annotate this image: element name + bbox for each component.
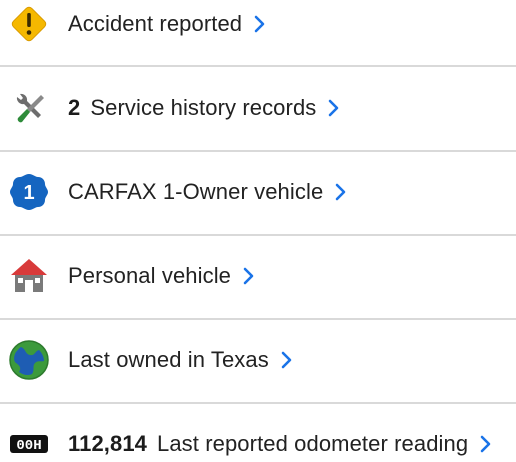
divider xyxy=(0,65,516,67)
service-history-row[interactable]: 2 Service history records xyxy=(0,86,516,130)
one-owner-row[interactable]: 1 CARFAX 1-Owner vehicle xyxy=(0,170,516,214)
one-owner-badge-text: 1 xyxy=(23,182,34,204)
accident-reported-row[interactable]: Accident reported xyxy=(0,2,516,46)
divider xyxy=(0,402,516,404)
odometer-icon: 00H xyxy=(8,423,50,462)
vehicle-history-list: Accident reported 2 Service history recor… xyxy=(0,0,516,462)
odometer-value: 112,814 xyxy=(68,431,148,456)
accident-reported-label: Accident reported xyxy=(68,11,243,36)
chevron-right-icon xyxy=(281,351,293,369)
odometer-row[interactable]: 00H 112,814 Last reported odometer readin… xyxy=(0,422,516,462)
service-history-label: 2 Service history records xyxy=(68,95,316,121)
one-owner-label: CARFAX 1-Owner vehicle xyxy=(68,179,324,204)
chevron-right-icon xyxy=(328,99,340,117)
chevron-right-icon xyxy=(335,183,347,201)
personal-vehicle-label: Personal vehicle xyxy=(68,263,232,288)
wrench-screwdriver-icon xyxy=(8,87,50,129)
divider xyxy=(0,234,516,236)
odometer-icon-text: 00H xyxy=(16,438,41,454)
one-owner-badge-icon: 1 xyxy=(8,171,50,213)
warning-diamond-icon xyxy=(8,3,50,45)
odometer-text: Last reported odometer reading xyxy=(157,431,469,456)
last-owned-row[interactable]: Last owned in Texas xyxy=(0,338,516,382)
service-record-count: 2 xyxy=(68,95,81,120)
house-icon xyxy=(8,255,50,297)
globe-icon xyxy=(8,339,50,381)
chevron-right-icon xyxy=(480,435,492,453)
odometer-label: 112,814 Last reported odometer reading xyxy=(68,431,468,457)
chevron-right-icon xyxy=(254,15,266,33)
divider xyxy=(0,150,516,152)
service-history-text: Service history records xyxy=(90,95,317,120)
divider xyxy=(0,318,516,320)
personal-vehicle-row[interactable]: Personal vehicle xyxy=(0,254,516,298)
chevron-right-icon xyxy=(243,267,255,285)
last-owned-label: Last owned in Texas xyxy=(68,347,269,372)
